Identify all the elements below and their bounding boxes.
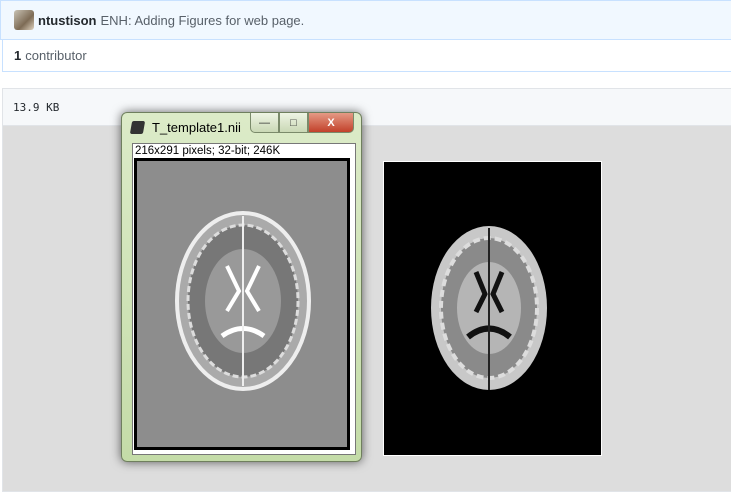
file-size: 13.9 KB xyxy=(13,100,60,114)
window-title: T_template1.nii xyxy=(152,120,241,135)
brain-template-preview xyxy=(383,161,602,456)
file-header: 13.9 KB xyxy=(3,89,731,126)
brain-template-image[interactable] xyxy=(134,158,350,450)
commit-bar: ntustison ENH: Adding Figures for web pa… xyxy=(0,0,731,40)
window-content: 216x291 pixels; 32-bit; 246K xyxy=(132,143,356,455)
maximize-button[interactable]: □ xyxy=(279,113,308,133)
image-info: 216x291 pixels; 32-bit; 246K xyxy=(135,145,281,157)
contributors-bar[interactable]: 1 contributor xyxy=(2,40,731,72)
contributor-count: 1 xyxy=(14,48,22,63)
contributor-label: contributor xyxy=(25,48,87,63)
close-button[interactable]: X xyxy=(308,113,354,133)
commit-author[interactable]: ntustison xyxy=(38,13,97,28)
minimize-button[interactable]: — xyxy=(250,113,279,133)
avatar[interactable] xyxy=(14,10,34,30)
brain-slice-gray xyxy=(137,161,347,447)
commit-message[interactable]: ENH: Adding Figures for web page. xyxy=(101,13,305,28)
file-viewer: 13.9 KB xyxy=(2,88,731,492)
brain-slice-color xyxy=(431,226,547,390)
imagej-icon xyxy=(129,121,146,134)
imagej-window[interactable]: T_template1.nii — □ X 216x291 pixels; 32… xyxy=(121,112,362,462)
